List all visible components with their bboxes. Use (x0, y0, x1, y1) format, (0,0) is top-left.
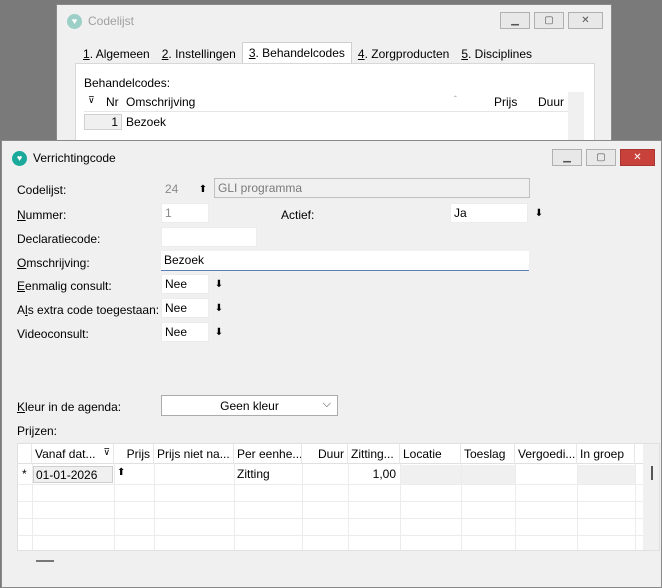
verrichtingcode-window: ♥ Verrichtingcode ▁ ▢ ✕ Codelijst: 24 ⬆ … (1, 140, 662, 588)
filter-icon[interactable]: ⊽ (88, 95, 95, 106)
new-row-marker: * (22, 467, 27, 481)
codelijst-window: ♥ Codelijst ▁ ▢ ✕ 1. Algemeen 2. Instell… (56, 4, 612, 155)
col-prijs[interactable]: Prijs (114, 444, 154, 464)
als-extra-code-field[interactable]: Nee (161, 298, 209, 318)
tab-instellingen[interactable]: 2. Instellingen (156, 44, 242, 64)
prijzen-grid: Vanaf dat... ⊽ Prijs Prijs niet na... Per… (17, 443, 660, 551)
app-heart-icon: ♥ (12, 150, 27, 166)
arrow-down-icon: ⬇ (214, 326, 224, 338)
maximize-button[interactable]: ▢ (534, 12, 564, 29)
minimize-button[interactable]: ▁ (500, 12, 530, 29)
scrollbar-thumb[interactable] (651, 466, 653, 480)
col-duur[interactable]: Duur (538, 95, 564, 109)
table-header: ⊽ Nr Omschrijving ˆ Prijs Duur (84, 92, 568, 112)
filter-icon[interactable]: ⊽ (103, 447, 110, 458)
nummer-field[interactable]: 1 (161, 203, 209, 223)
codelijst-tabs: 1. Algemeen 2. Instellingen 3. Behandelc… (77, 42, 538, 64)
col-zitting[interactable]: Zitting... (348, 444, 400, 464)
actief-label: Actief: (281, 208, 315, 222)
maximize-icon: ▢ (596, 152, 606, 163)
close-icon: ✕ (633, 152, 642, 163)
col-nr[interactable]: Nr (106, 95, 119, 109)
omschrijving-label: Omschrijving: (17, 256, 90, 270)
verrichtingcode-title: Verrichtingcode (33, 151, 116, 165)
tab-zorgproducten[interactable]: 4. Zorgproducten (352, 44, 455, 64)
minimize-icon: ▁ (563, 152, 571, 163)
maximize-button[interactable]: ▢ (586, 149, 616, 166)
col-vanaf-datum[interactable]: Vanaf dat... ⊽ (32, 444, 114, 464)
col-in-groep[interactable]: In groep (577, 444, 635, 464)
table-row[interactable]: 1 Bezoek (84, 112, 568, 132)
tab-disciplines[interactable]: 5. Disciplines (455, 44, 538, 64)
col-prijs[interactable]: Prijs (494, 95, 517, 109)
locatie-cell (401, 465, 461, 484)
vanaf-datum-cell[interactable]: 01-01-2026 (33, 466, 113, 483)
prijzen-label: Prijzen: (17, 424, 58, 438)
videoconsult-label: Videoconsult: (17, 327, 89, 341)
eenmalig-consult-label: Eenmalig consult: (17, 279, 112, 293)
zitting-cell[interactable]: 1,00 (348, 467, 396, 481)
codelijst-number-field: 24 (161, 179, 195, 199)
date-picker-button[interactable]: ⬆ (117, 467, 125, 478)
chevron-down-icon: ⌵ (322, 398, 331, 410)
arrow-up-icon: ⬆ (117, 467, 126, 478)
nummer-label: Nummer: (17, 208, 67, 222)
kleur-label: Kleur in de agenda: (17, 400, 122, 414)
per-eenheid-cell[interactable]: Zitting (237, 467, 270, 481)
actief-dropdown-button[interactable]: ⬇ (532, 204, 546, 222)
behandelcodes-label: Behandelcodes: (84, 76, 171, 90)
declaratiecode-label: Declaratiecode: (17, 232, 101, 246)
app-heart-icon: ♥ (67, 13, 82, 29)
arrow-down-icon: ⬇ (534, 207, 544, 219)
codelijst-lookup-button[interactable]: ⬆ (196, 180, 210, 198)
horizontal-scroll-thumb[interactable] (36, 560, 54, 562)
videoconsult-field[interactable]: Nee (161, 322, 209, 342)
sort-indicator-icon: ˆ (454, 95, 457, 104)
maximize-icon: ▢ (544, 15, 554, 26)
codelijst-label: Codelijst: (17, 183, 67, 197)
als-extra-dropdown-button[interactable]: ⬇ (212, 299, 226, 317)
minimize-icon: ▁ (511, 15, 519, 26)
actief-field[interactable]: Ja (450, 203, 528, 223)
col-vergoeding[interactable]: Vergoedi... (515, 444, 577, 464)
in-groep-cell (578, 465, 636, 484)
close-icon: ✕ (581, 15, 590, 26)
col-omschrijving[interactable]: Omschrijving (126, 95, 195, 109)
kleur-value: Geen kleur (220, 398, 279, 413)
tab-behandelcodes[interactable]: 3. Behandelcodes (241, 42, 352, 64)
col-prijs-niet-na[interactable]: Prijs niet na... (154, 444, 234, 464)
kleur-select[interactable]: Geen kleur ⌵ (161, 395, 338, 416)
eenmalig-consult-field[interactable]: Nee (161, 274, 209, 294)
row-nr: 1 (84, 114, 122, 130)
eenmalig-dropdown-button[interactable]: ⬇ (212, 275, 226, 293)
grid-header: Vanaf dat... ⊽ Prijs Prijs niet na... Per… (18, 444, 646, 464)
codelijst-name-field: GLI programma (214, 178, 530, 198)
toeslag-cell (462, 465, 515, 484)
videoconsult-dropdown-button[interactable]: ⬇ (212, 323, 226, 341)
col-toeslag[interactable]: Toeslag (461, 444, 515, 464)
row-omschrijving: Bezoek (126, 115, 167, 129)
codelijst-title: Codelijst (88, 14, 135, 28)
arrow-down-icon: ⬆ (198, 183, 208, 195)
grid-scrollbar[interactable] (643, 444, 659, 550)
als-extra-code-label: Als extra code toegestaan: (17, 303, 160, 317)
col-duur[interactable]: Duur (302, 444, 348, 464)
close-button[interactable]: ✕ (568, 12, 603, 29)
col-per-eenheid[interactable]: Per eenhe... (234, 444, 302, 464)
omschrijving-field[interactable]: Bezoek (161, 251, 529, 271)
arrow-down-icon: ⬇ (214, 278, 224, 290)
row-selector-header (18, 444, 32, 464)
arrow-down-icon: ⬇ (214, 302, 224, 314)
col-locatie[interactable]: Locatie (400, 444, 461, 464)
declaratiecode-field[interactable] (161, 227, 257, 247)
close-button[interactable]: ✕ (620, 149, 655, 166)
tab-algemeen[interactable]: 1. Algemeen (77, 44, 156, 64)
minimize-button[interactable]: ▁ (552, 149, 582, 166)
